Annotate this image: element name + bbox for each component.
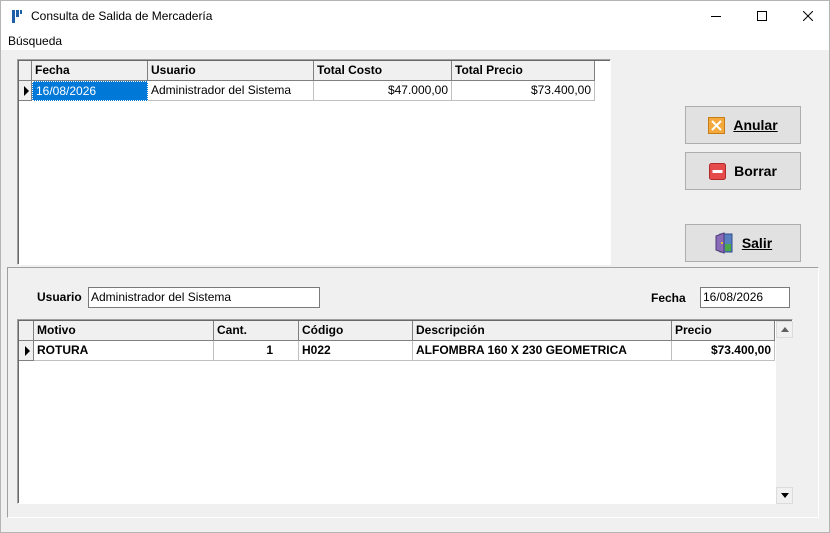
fecha-label: Fecha (651, 291, 686, 305)
menu-bar: Búsqueda (0, 31, 830, 50)
minimize-button[interactable] (693, 1, 739, 31)
grid-corner (19, 61, 32, 81)
cell-total-precio[interactable]: $73.400,00 (452, 81, 595, 101)
menu-item-busqueda[interactable]: Búsqueda (8, 34, 62, 48)
master-grid[interactable]: Fecha Usuario Total Costo Total Precio 1… (17, 59, 611, 265)
scroll-down-button[interactable] (776, 487, 793, 504)
row-indicator[interactable] (19, 341, 34, 361)
cell-usuario[interactable]: Administrador del Sistema (148, 81, 314, 101)
borrar-button[interactable]: Borrar (685, 152, 801, 190)
close-button[interactable] (785, 1, 830, 31)
column-header-cant[interactable]: Cant. (214, 321, 299, 341)
column-header-total-precio[interactable]: Total Precio (452, 61, 595, 81)
app-icon (12, 10, 22, 23)
anular-button[interactable]: Anular (685, 106, 801, 144)
cell-descripcion[interactable]: ALFOMBRA 160 X 230 GEOMETRICA (413, 341, 672, 361)
cell-precio[interactable]: $73.400,00 (672, 341, 775, 361)
row-pointer-icon (25, 346, 30, 356)
row-indicator[interactable] (19, 81, 32, 101)
vertical-scrollbar[interactable] (776, 321, 793, 504)
column-header-total-costo[interactable]: Total Costo (314, 61, 452, 81)
anular-label: Anular (733, 117, 778, 133)
cell-codigo[interactable]: H022 (299, 341, 413, 361)
borrar-label: Borrar (734, 163, 777, 179)
column-header-precio[interactable]: Precio (672, 321, 775, 341)
usuario-field[interactable]: Administrador del Sistema (88, 287, 320, 308)
minimize-icon (711, 16, 721, 17)
cell-total-costo[interactable]: $47.000,00 (314, 81, 452, 101)
column-header-codigo[interactable]: Código (299, 321, 413, 341)
maximize-button[interactable] (739, 1, 785, 31)
title-bar: Consulta de Salida de Mercadería (0, 0, 830, 31)
detail-grid[interactable]: Motivo Cant. Código Descripción Precio R… (17, 319, 793, 504)
column-header-fecha[interactable]: Fecha (32, 61, 148, 81)
grid-corner (19, 321, 34, 341)
maximize-icon (757, 11, 767, 21)
column-header-motivo[interactable]: Motivo (34, 321, 214, 341)
column-header-usuario[interactable]: Usuario (148, 61, 314, 81)
anular-icon (708, 116, 726, 134)
borrar-icon (709, 162, 727, 180)
close-icon (803, 11, 813, 21)
chevron-down-icon (780, 493, 789, 498)
cell-fecha[interactable]: 16/08/2026 (32, 81, 148, 101)
window-title: Consulta de Salida de Mercadería (31, 9, 213, 23)
salir-label: Salir (741, 235, 773, 251)
cell-motivo[interactable]: ROTURA (34, 341, 214, 361)
scroll-up-button[interactable] (776, 321, 793, 338)
cell-cant[interactable]: 1 (214, 341, 299, 361)
usuario-label: Usuario (37, 290, 82, 304)
salir-button[interactable]: Salir (685, 224, 801, 262)
column-header-descripcion[interactable]: Descripción (413, 321, 672, 341)
door-exit-icon (715, 232, 733, 254)
fecha-field[interactable]: 16/08/2026 (700, 287, 790, 308)
chevron-up-icon (780, 327, 789, 332)
